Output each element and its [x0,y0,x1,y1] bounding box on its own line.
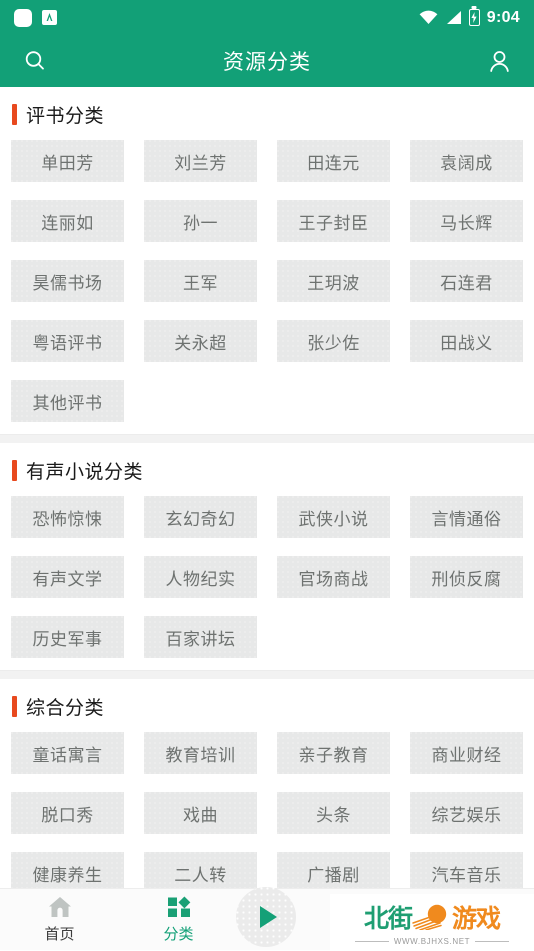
category-tile[interactable]: 人物纪实 [144,556,257,598]
section-accent-bar [12,696,17,717]
person-icon[interactable] [482,44,516,78]
category-tile[interactable]: 连丽如 [11,200,124,242]
category-tile[interactable]: 百家讲坛 [144,616,257,658]
person-glyph [489,50,509,72]
section-accent-bar [12,460,17,481]
category-tile[interactable]: 恐怖惊悚 [11,496,124,538]
category-tile[interactable]: 孙一 [144,200,257,242]
category-tile[interactable]: 综艺娱乐 [410,792,523,834]
status-bar-right: 9:04 [419,9,520,27]
section-title: 综合分类 [26,698,105,719]
nav-item-categories[interactable]: 分类 [119,889,238,951]
category-tile[interactable]: 言情通俗 [410,496,523,538]
category-tile[interactable]: 头条 [277,792,390,834]
section-accent-bar [12,104,17,125]
status-bar-clock: 9:04 [486,8,520,26]
section-audiobook: 有声小说分类 恐怖惊悚 玄幻奇幻 武侠小说 言情通俗 有声文学 人物纪实 官场商… [0,443,534,670]
category-tile[interactable]: 亲子教育 [277,732,390,774]
category-tile[interactable]: 田战义 [410,320,523,362]
section-header: 综合分类 [0,679,534,732]
category-tile[interactable]: 王军 [144,260,257,302]
category-tile[interactable]: 有声文学 [11,556,124,598]
category-tile[interactable]: 脱口秀 [11,792,124,834]
nav-label-categories: 分类 [163,926,194,943]
category-tile[interactable]: 袁阔成 [410,140,523,182]
category-tile[interactable]: 石连君 [410,260,523,302]
section-divider [0,434,534,443]
app-bar: 资源分类 [0,35,534,87]
cellular-signal-icon [446,11,461,24]
category-tile[interactable]: 商业财经 [410,732,523,774]
section-title: 有声小说分类 [26,462,144,483]
category-tile[interactable]: 戏曲 [144,792,257,834]
category-tile[interactable]: 童话寓言 [11,732,124,774]
category-tile[interactable]: 王玥波 [277,260,390,302]
play-icon [260,906,277,928]
app-badge-icon [42,10,57,25]
category-tile[interactable]: 玄幻奇幻 [144,496,257,538]
category-tile[interactable]: 单田芳 [11,140,124,182]
search-glyph [25,51,44,70]
category-tile[interactable]: 张少佐 [277,320,390,362]
category-grid: 童话寓言 教育培训 亲子教育 商业财经 脱口秀 戏曲 头条 综艺娱乐 健康养生 … [0,732,534,896]
category-tile[interactable]: 其他评书 [11,380,124,422]
grid-categories-icon [167,896,190,917]
category-grid: 恐怖惊悚 玄幻奇幻 武侠小说 言情通俗 有声文学 人物纪实 官场商战 刑侦反腐 … [0,496,534,660]
page-title: 资源分类 [223,51,311,74]
nav-item-home[interactable]: 首页 [0,889,119,951]
status-bar: 9:04 [0,0,534,35]
category-scroll-area[interactable]: 评书分类 单田芳 刘兰芳 田连元 袁阔成 连丽如 孙一 王子封臣 马长辉 昊儒书… [0,87,534,950]
category-tile[interactable]: 武侠小说 [277,496,390,538]
charging-bolt-glyph [471,12,477,23]
home-icon [48,897,71,917]
play-button[interactable] [236,887,296,947]
category-tile[interactable]: 马长辉 [410,200,523,242]
category-tile[interactable]: 田连元 [277,140,390,182]
category-grid: 单田芳 刘兰芳 田连元 袁阔成 连丽如 孙一 王子封臣 马长辉 昊儒书场 王军 … [0,140,534,424]
section-pingshu: 评书分类 单田芳 刘兰芳 田连元 袁阔成 连丽如 孙一 王子封臣 马长辉 昊儒书… [0,87,534,434]
notification-dot-icon [14,8,32,27]
bottom-navigation-bar: 首页 分类 [0,887,534,951]
category-tile[interactable]: 粤语评书 [11,320,124,362]
section-general: 综合分类 童话寓言 教育培训 亲子教育 商业财经 脱口秀 戏曲 头条 综艺娱乐 … [0,679,534,906]
status-bar-left [14,8,57,27]
wifi-icon [419,10,438,24]
category-tile[interactable]: 历史军事 [11,616,124,658]
category-tile[interactable]: 王子封臣 [277,200,390,242]
section-divider [0,670,534,679]
category-tile[interactable]: 教育培训 [144,732,257,774]
category-tile[interactable]: 昊儒书场 [11,260,124,302]
category-tile[interactable]: 刑侦反腐 [410,556,523,598]
section-header: 有声小说分类 [0,443,534,496]
category-tile[interactable]: 关永超 [144,320,257,362]
category-tile[interactable]: 官场商战 [277,556,390,598]
app-badge-glyph [46,13,53,21]
section-title: 评书分类 [26,106,105,127]
nav-label-home: 首页 [44,926,75,943]
category-tile[interactable]: 刘兰芳 [144,140,257,182]
battery-charging-icon [468,9,480,26]
section-header: 评书分类 [0,87,534,140]
search-icon[interactable] [18,44,52,78]
